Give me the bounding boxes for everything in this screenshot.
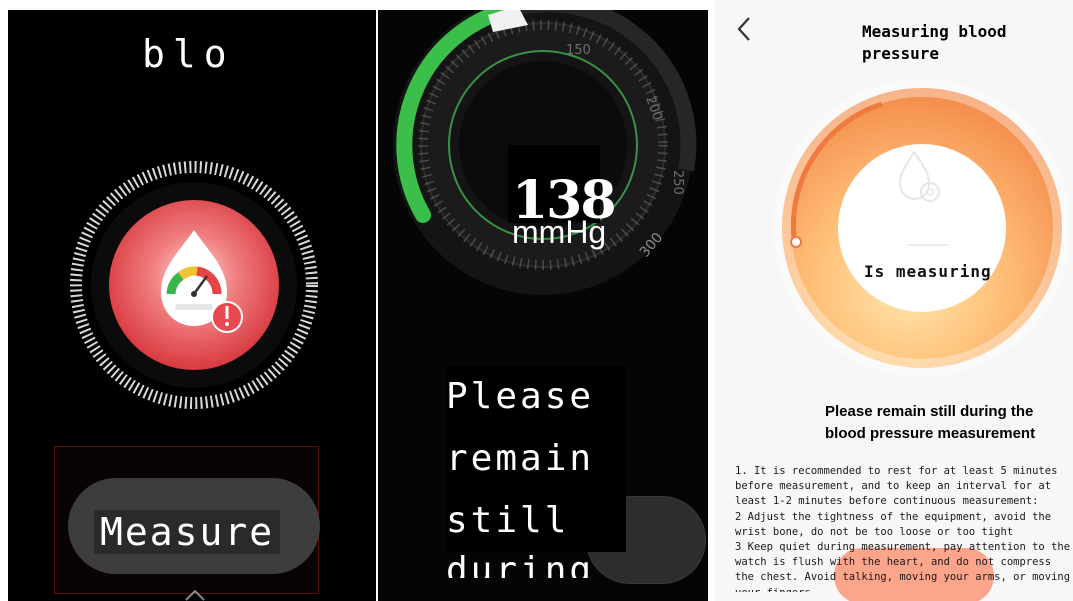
alert-icon	[211, 301, 243, 333]
message-line: still	[446, 490, 626, 552]
screen-title: blo	[142, 32, 235, 76]
dial-center	[838, 144, 1006, 312]
measure-screen: blo Measure	[8, 10, 376, 601]
measure-dial	[70, 161, 318, 409]
gauge-tick-label: 150	[566, 43, 591, 58]
tip-item: 2 Adjust the tightness of the equipment,…	[735, 510, 1052, 538]
back-chevron-icon[interactable]	[734, 14, 754, 44]
measure-button-label: Measure	[94, 510, 281, 554]
measurement-tips: 1. It is recommended to rest for at leas…	[735, 464, 1073, 592]
message-line: remain	[446, 428, 626, 490]
chevron-up-icon	[185, 589, 205, 601]
measuring-dial	[773, 80, 1068, 377]
measuring-status: Is measuring	[864, 262, 992, 281]
pressure-unit: mmHg	[512, 214, 607, 250]
message-line: during	[446, 550, 595, 578]
message-cutoff-line: during	[446, 550, 616, 578]
tip-item: 3 Keep quiet during measurement, pay att…	[735, 541, 1071, 592]
message-line: Please	[446, 366, 626, 428]
page-title: Measuring blood pressure	[862, 22, 1007, 63]
remain-still-message: Please remain still	[446, 366, 626, 552]
gauge-screen: 150 200 250 300 138 mmHg Please remain s…	[378, 10, 708, 601]
tip-item: 1. It is recommended to rest for at leas…	[735, 465, 1058, 508]
gauge-tick-label: 250	[670, 170, 685, 195]
remain-still-notice: Please remain still during the blood pre…	[825, 403, 1036, 442]
measuring-screen: Measuring blood pressure Is measuring Pl…	[714, 0, 1073, 601]
